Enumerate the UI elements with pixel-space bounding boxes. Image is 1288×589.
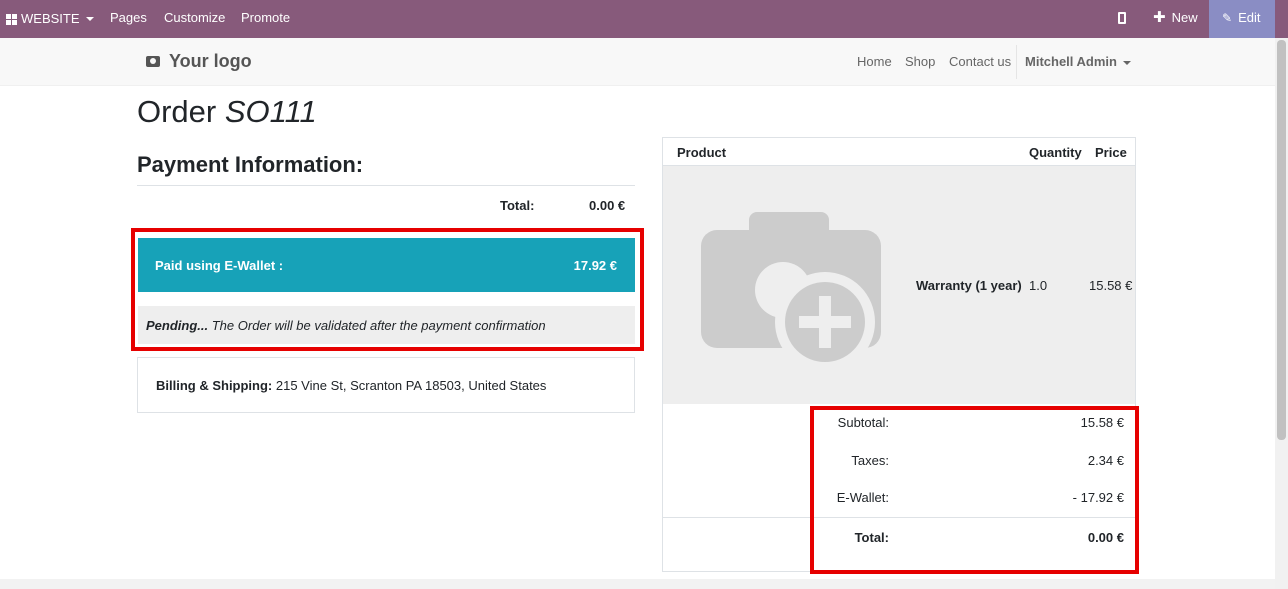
logo-text: Your logo — [169, 51, 252, 71]
page-scrollbar[interactable] — [1275, 38, 1288, 589]
nav-shop[interactable]: Shop — [905, 54, 935, 69]
table-row: Warranty (1 year) 1.0 15.58 € — [663, 166, 1135, 404]
caret-down-icon — [1122, 60, 1131, 65]
new-button[interactable]: ✚ New — [1153, 0, 1198, 38]
highlight-box-summary — [810, 406, 1139, 574]
caret-down-icon — [85, 17, 94, 21]
apps-grid-icon — [6, 13, 17, 25]
mobile-icon — [1118, 11, 1126, 24]
payment-total-value: 0.00 € — [589, 198, 626, 213]
user-menu[interactable]: Mitchell Admin — [1025, 54, 1131, 69]
table-header: Product Quantity Price — [663, 138, 1135, 166]
payment-total-label: Total: — [500, 198, 535, 213]
nav-contact-us[interactable]: Contact us — [949, 54, 1011, 69]
nav-home[interactable]: Home — [857, 54, 892, 69]
new-button-label: New — [1171, 10, 1198, 25]
customize-menu[interactable]: Customize — [164, 0, 225, 38]
page-title: Order SO111 — [137, 94, 317, 130]
website-menu[interactable]: WEBSITE — [6, 0, 94, 38]
column-quantity: Quantity — [1029, 145, 1082, 160]
camera-placeholder-icon — [701, 212, 881, 372]
column-price: Price — [1095, 145, 1127, 160]
edit-button-label: Edit — [1238, 10, 1261, 25]
promote-menu[interactable]: Promote — [241, 0, 290, 38]
mobile-preview-button[interactable] — [1118, 0, 1126, 38]
nav-divider — [1016, 45, 1017, 79]
column-product: Product — [677, 145, 727, 160]
pencil-icon: ✎ — [1222, 11, 1233, 25]
plus-icon: ✚ — [1153, 9, 1166, 26]
footer-band — [0, 579, 1275, 589]
site-header: Your logo Home Shop Contact us Mitchell … — [0, 38, 1275, 86]
website-menu-label: WEBSITE — [21, 11, 80, 26]
divider — [137, 185, 635, 186]
billing-address: 215 Vine St, Scranton PA 18503, United S… — [272, 378, 547, 393]
order-number: SO111 — [224, 94, 317, 129]
pages-menu[interactable]: Pages — [110, 0, 147, 38]
product-price: 15.58 € — [1089, 278, 1133, 293]
site-logo[interactable]: Your logo — [146, 51, 252, 72]
user-name: Mitchell Admin — [1025, 54, 1117, 69]
edit-button[interactable]: ✎ Edit — [1209, 0, 1275, 38]
admin-topbar: WEBSITE Pages Customize Promote ✚ New ✎ Ed… — [0, 0, 1288, 38]
billing-label: Billing & Shipping: — [156, 378, 273, 393]
product-name[interactable]: Warranty (1 year) — [916, 278, 1022, 293]
order-title-prefix: Order — [137, 94, 217, 129]
highlight-box-payment — [131, 228, 644, 351]
scrollbar-thumb[interactable] — [1277, 40, 1286, 440]
payment-info-heading: Payment Information: — [137, 152, 364, 177]
billing-shipping-box: Billing & Shipping: 215 Vine St, Scranto… — [137, 357, 635, 413]
camera-icon — [146, 56, 160, 67]
product-quantity: 1.0 — [1029, 278, 1048, 293]
